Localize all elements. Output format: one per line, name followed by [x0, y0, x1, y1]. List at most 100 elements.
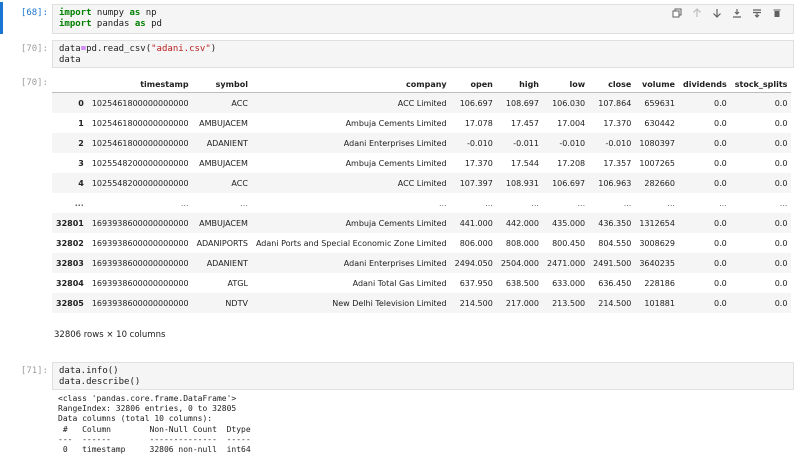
column-header: close [589, 76, 636, 93]
table-cell: ADANIENT [206, 138, 248, 148]
table-cell: 2491.500 [593, 258, 632, 268]
table-cell: 0.0 [774, 158, 788, 168]
move-down-icon[interactable] [710, 6, 724, 20]
table-cell: 633.000 [552, 278, 586, 288]
table-cell: ... [240, 198, 248, 208]
table-cell: ... [485, 198, 493, 208]
column-header: symbol [192, 76, 252, 93]
table-row: 32804 1693938600000000000 ATGL Adani Total … [52, 273, 791, 293]
table-cell: ACC [231, 178, 248, 188]
table-cell: 1025461800000000000 [91, 118, 189, 128]
row-index: 32805 [56, 298, 84, 308]
table-cell: -0.011 [513, 138, 539, 148]
cell-toolbar [670, 6, 784, 20]
table-row: ................................. [52, 193, 791, 213]
row-index: 32801 [56, 218, 84, 228]
table-cell: 441.000 [459, 218, 493, 228]
table-cell: 800.450 [552, 238, 586, 248]
table-cell: 0.0 [714, 278, 727, 288]
row-index: 32802 [56, 238, 84, 248]
column-header: low [542, 76, 590, 93]
delete-icon[interactable] [770, 6, 784, 20]
table-cell: 3008629 [639, 238, 675, 248]
table-cell: ... [439, 198, 447, 208]
table-cell: 17.004 [557, 118, 586, 128]
table-cell: 17.208 [557, 158, 586, 168]
move-up-icon[interactable] [690, 6, 704, 20]
table-cell: 636.450 [598, 278, 632, 288]
table-cell: ACC [231, 98, 248, 108]
table-cell: Adani Enterprises Limited [343, 258, 447, 268]
table-cell: 0.0 [774, 98, 788, 108]
table-row: 32805 1693938600000000000 NDTV New Delhi Te… [52, 293, 792, 313]
table-cell: 106.030 [552, 98, 586, 108]
info-output: <class 'pandas.core.frame.DataFrame'> Ra… [58, 394, 251, 455]
table-cell: ... [531, 198, 539, 208]
table-cell: 108.697 [505, 98, 539, 108]
table-cell: ... [577, 198, 586, 208]
table-cell: ... [719, 198, 727, 208]
table-cell: 638.500 [505, 278, 539, 288]
table-cell: 213.500 [552, 298, 586, 308]
table-cell: 1025548200000000000 [91, 158, 189, 168]
table-cell: 0.0 [714, 258, 727, 268]
table-cell: 17.544 [510, 158, 539, 168]
table-cell: 1693938600000000000 [91, 278, 189, 288]
insert-below-icon[interactable] [730, 6, 744, 20]
table-cell: 106.697 [459, 98, 493, 108]
code-editor[interactable]: data=pd.read_csv("adani.csv") data [52, 40, 794, 68]
table-cell: ADANIENT [206, 258, 248, 268]
code-line-2: data [59, 55, 81, 65]
table-cell: ATGL [227, 278, 248, 288]
table-cell: 1025461800000000000 [91, 98, 189, 108]
table-cell: Ambuja Cements Limited [345, 158, 447, 168]
row-index: 1 [78, 118, 84, 128]
table-cell: ... [180, 198, 189, 208]
table-cell: 0.0 [774, 298, 788, 308]
table-cell: Adani Total Gas Limited [352, 278, 447, 288]
dataframe-shape: 32806 rows × 10 columns [54, 330, 166, 340]
table-cell: 107.397 [459, 178, 493, 188]
table-cell: 637.950 [459, 278, 493, 288]
copy-icon[interactable] [670, 6, 684, 20]
table-cell: 2471.000 [546, 258, 586, 268]
table-cell: AMBUJACEM [199, 218, 248, 228]
column-header: high [496, 76, 543, 93]
cell-prompt: [68]: [20, 8, 48, 18]
table-cell: 0.0 [774, 238, 788, 248]
row-index: 4 [78, 178, 84, 188]
table-cell: 808.000 [505, 238, 539, 248]
table-cell: 659631 [644, 98, 675, 108]
table-cell: ADANIPORTS [196, 238, 248, 248]
code-editor[interactable]: data.info() data.describe() [52, 362, 794, 390]
column-header: company [251, 76, 451, 93]
column-header: volume [635, 76, 679, 93]
column-header: timestamp [87, 76, 193, 93]
table-cell: 0.0 [714, 158, 727, 168]
row-index: 32803 [56, 258, 84, 268]
code-cell-70[interactable]: [70]: data=pd.read_csv("adani.csv") data [0, 40, 800, 70]
table-row: 32803 1693938600000000000 ADANIENT Adani En… [52, 253, 792, 273]
table-row: 4 1025548200000000000 ACC ACC Limited 107.39… [52, 173, 792, 193]
table-cell: 101881 [644, 298, 675, 308]
table-cell: 0.0 [774, 118, 788, 128]
table-cell: 0.0 [714, 98, 727, 108]
code-cell-68[interactable]: [68]: import numpy as np import pandas a… [0, 0, 800, 40]
table-cell: Ambuja Cements Limited [345, 118, 447, 128]
table-cell: 1693938600000000000 [91, 258, 189, 268]
code-cell-71[interactable]: [71]: data.info() data.describe() [0, 362, 800, 392]
table-cell: 108.931 [505, 178, 539, 188]
column-header: dividends [678, 76, 731, 93]
table-cell: -0.010 [605, 138, 632, 148]
table-cell: 0.0 [714, 178, 727, 188]
table-cell: Ambuja Cements Limited [345, 218, 447, 228]
table-cell: 3640235 [639, 258, 675, 268]
table-row: 0 1025461800000000000 ACC ACC Limited 106.69… [52, 92, 792, 113]
merge-icon[interactable] [750, 6, 764, 20]
table-cell: 217.000 [505, 298, 539, 308]
table-cell: 17.370 [464, 158, 493, 168]
table-cell: 106.697 [552, 178, 586, 188]
table-cell: NDTV [225, 298, 248, 308]
table-cell: 0.0 [774, 258, 788, 268]
table-cell: 1693938600000000000 [91, 298, 189, 308]
